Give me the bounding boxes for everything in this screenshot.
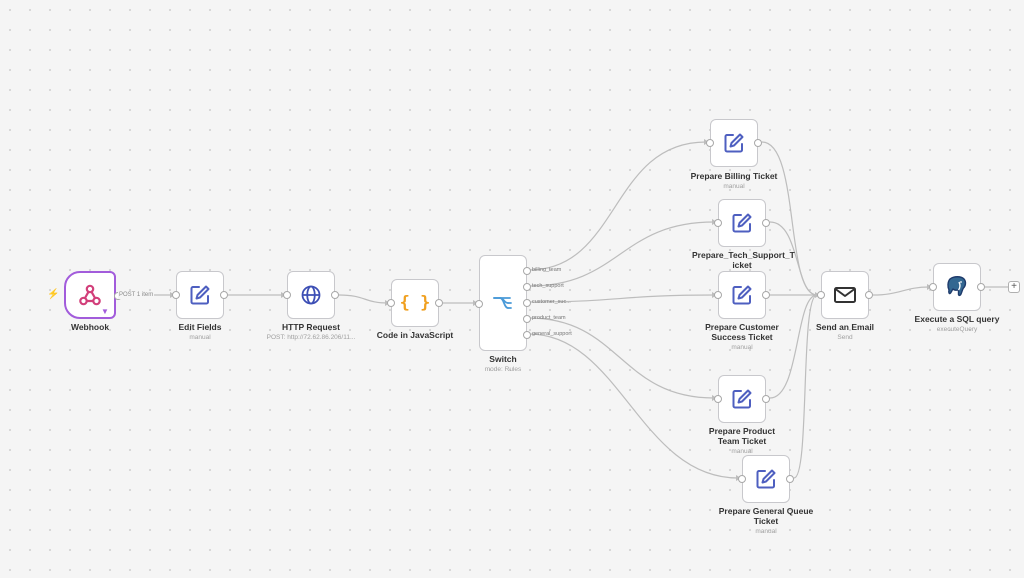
- output-port[interactable]: [865, 291, 873, 299]
- prepare-billing-node[interactable]: [706, 119, 762, 167]
- output-port-billing[interactable]: [523, 267, 531, 275]
- globe-icon: [301, 285, 321, 305]
- edit-fields-node[interactable]: [172, 271, 228, 319]
- webhook-node[interactable]: ▼: [64, 271, 122, 319]
- prepare-billing-title: Prepare Billing Ticket: [690, 171, 778, 181]
- switch-node[interactable]: [475, 255, 531, 351]
- output-port-product[interactable]: [523, 315, 531, 323]
- workflow-canvas[interactable]: ⚡ ▼ Webhook POST 1 item Edit Fields manu…: [0, 0, 1024, 578]
- prepare-product-team-node[interactable]: [714, 375, 770, 423]
- add-node-button[interactable]: +: [1008, 281, 1020, 293]
- switch-subtitle: mode: Rules: [484, 366, 522, 373]
- input-port[interactable]: [738, 475, 746, 483]
- switch-output-label: general_support: [532, 331, 572, 337]
- switch-icon: [493, 297, 512, 309]
- wire-email-sql: [872, 286, 930, 296]
- prepare-customer-success-title: Prepare Customer Success Ticket: [705, 322, 779, 342]
- output-port-general[interactable]: [523, 331, 531, 339]
- output-port-tech[interactable]: [523, 283, 531, 291]
- webhook-icon: [79, 284, 101, 306]
- wire-http-code: [338, 294, 388, 304]
- input-port[interactable]: [475, 300, 483, 308]
- prepare-general-queue-node[interactable]: [738, 455, 794, 503]
- input-port[interactable]: [283, 291, 291, 299]
- output-port[interactable]: [331, 291, 339, 299]
- pencil-icon: [190, 285, 210, 305]
- switch-output-label: product_team: [532, 315, 566, 321]
- postgres-elephant-icon: [947, 276, 967, 297]
- switch-output-label: customer_suc...: [532, 299, 571, 305]
- prepare-customer-success-subtitle: manual: [731, 344, 753, 351]
- output-port[interactable]: [754, 139, 762, 147]
- edge-label: POST 1 item: [118, 291, 155, 299]
- output-port[interactable]: [220, 291, 228, 299]
- switch-title: Switch: [489, 354, 517, 364]
- pin-icon: ▼: [101, 307, 109, 316]
- output-port[interactable]: [435, 299, 443, 307]
- wire-billing-email: [761, 141, 818, 296]
- http-request-node[interactable]: [283, 271, 339, 319]
- output-port[interactable]: [786, 475, 794, 483]
- code-node[interactable]: { }: [387, 279, 443, 327]
- wire-switch-tech: [528, 221, 715, 287]
- input-port[interactable]: [817, 291, 825, 299]
- pencil-icon: [732, 213, 752, 233]
- output-port[interactable]: [762, 395, 770, 403]
- send-email-node[interactable]: [817, 271, 873, 319]
- prepare-general-queue-subtitle: manual: [755, 528, 777, 535]
- code-title: Code in JavaScript: [376, 330, 454, 340]
- input-port[interactable]: [714, 395, 722, 403]
- prepare-product-team-subtitle: manual: [731, 448, 753, 455]
- prepare-tech-support-title: Prepare_Tech_Support_T icket: [692, 250, 795, 270]
- input-port[interactable]: [714, 219, 722, 227]
- execute-sql-subtitle: executeQuery: [936, 326, 978, 333]
- pencil-icon: [732, 285, 752, 305]
- wire-switch-billing: [528, 141, 707, 271]
- output-port-cs[interactable]: [523, 299, 531, 307]
- output-port[interactable]: [977, 283, 985, 291]
- switch-output-label: tech_support: [532, 283, 564, 289]
- prepare-tech-support-node[interactable]: [714, 199, 770, 247]
- prepare-billing-subtitle: manual: [723, 183, 745, 190]
- switch-output-label: billing_team: [532, 267, 562, 273]
- send-email-subtitle: Send: [837, 334, 853, 341]
- input-port[interactable]: [929, 283, 937, 291]
- pencil-icon: [756, 469, 776, 489]
- output-port[interactable]: [762, 219, 770, 227]
- prepare-general-queue-title: Prepare General Queue Ticket: [718, 506, 814, 526]
- prepare-customer-success-node[interactable]: [714, 271, 770, 319]
- input-port[interactable]: [387, 299, 395, 307]
- input-port[interactable]: [172, 291, 180, 299]
- edit-fields-subtitle: manual: [189, 334, 211, 341]
- execute-sql-node[interactable]: [929, 263, 985, 311]
- envelope-icon: [834, 287, 856, 303]
- pencil-icon: [724, 133, 744, 153]
- input-port[interactable]: [706, 139, 714, 147]
- execute-sql-title: Execute a SQL query: [914, 314, 1000, 324]
- input-port[interactable]: [714, 291, 722, 299]
- lightning-icon: ⚡: [47, 289, 60, 300]
- output-port[interactable]: [762, 291, 770, 299]
- prepare-product-team-title: Prepare Product Team Ticket: [708, 426, 776, 446]
- pencil-icon: [732, 389, 752, 409]
- braces-icon: { }: [399, 293, 431, 313]
